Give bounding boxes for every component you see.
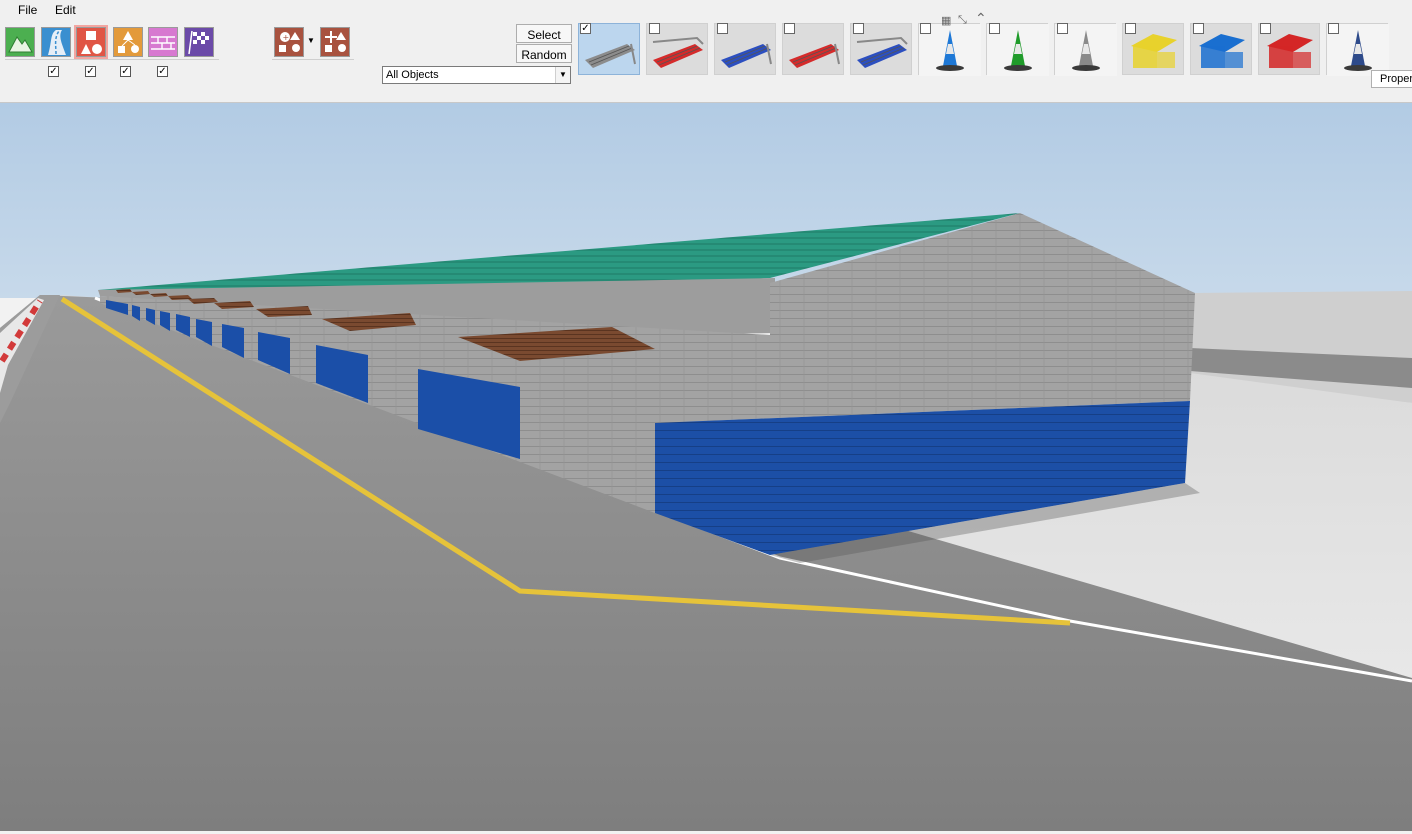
3d-viewport[interactable] <box>0 103 1412 831</box>
expand-icon[interactable]: ⤡ <box>958 14 967 27</box>
nodes-tool-button[interactable] <box>113 27 143 57</box>
shapes-icon <box>81 31 102 54</box>
add-object-icon: + <box>279 32 300 52</box>
tool-checkbox-1[interactable]: ✓ <box>48 66 59 77</box>
object-checkbox-tent-red[interactable] <box>1260 23 1271 34</box>
object-checkbox-portable-toilet-grey[interactable] <box>1057 23 1068 34</box>
collapse-up-icon[interactable]: ⌃ <box>975 10 987 27</box>
object-checkbox-grandstand-red-covered[interactable] <box>649 23 660 34</box>
object-checkbox-tent-yellow[interactable] <box>1125 23 1136 34</box>
move-object-tool-button[interactable] <box>320 27 350 57</box>
object-checkbox-portable-toilet-green[interactable] <box>989 23 1000 34</box>
tool-separator <box>5 59 219 60</box>
main-toolbar: File Edit ✓ ✓ ✓ ✓ + ▼ Select Random All … <box>0 0 1412 103</box>
object-checkbox-grandstand-red[interactable] <box>784 23 795 34</box>
tool-checkbox-2[interactable]: ✓ <box>85 66 96 77</box>
object-checkbox-tent-blue[interactable] <box>1193 23 1204 34</box>
move-object-icon <box>325 31 346 52</box>
nodes-icon <box>118 31 139 53</box>
scene-render <box>0 103 1412 831</box>
svg-text:+: + <box>283 33 290 42</box>
tool-checkbox-4[interactable]: ✓ <box>157 66 168 77</box>
object-checkbox-grandstand-blue-covered[interactable] <box>853 23 864 34</box>
select-button[interactable]: Select <box>516 24 572 43</box>
road-icon <box>48 30 66 55</box>
add-object-dropdown-icon[interactable]: ▼ <box>307 36 315 45</box>
tool-checkbox-3[interactable]: ✓ <box>120 66 131 77</box>
terrain-tool-button[interactable] <box>5 27 35 57</box>
checkered-flag-icon <box>188 30 209 55</box>
chevron-down-icon[interactable]: ▼ <box>555 67 570 83</box>
grid-icon[interactable]: ▦ <box>941 14 951 27</box>
object-filter-select[interactable]: All Objects ▼ <box>382 66 571 84</box>
finish-tool-button[interactable] <box>184 27 214 57</box>
random-button[interactable]: Random <box>516 44 572 63</box>
brick-wall-icon <box>151 36 175 50</box>
object-tool-separator <box>272 59 354 60</box>
menu-file[interactable]: File <box>18 3 37 17</box>
road-tool-button[interactable] <box>41 27 71 57</box>
add-object-tool-button[interactable]: + <box>274 27 304 57</box>
object-checkbox-portable-toilet-blue[interactable] <box>920 23 931 34</box>
properties-tab[interactable]: Proper <box>1371 70 1412 88</box>
object-checkbox-grandstand-blue[interactable] <box>717 23 728 34</box>
object-checkbox-traffic-cone[interactable] <box>1328 23 1339 34</box>
menu-edit[interactable]: Edit <box>55 3 76 17</box>
object-checkbox-grandstand-grey[interactable]: ✓ <box>580 23 591 34</box>
object-filter-value: All Objects <box>386 69 439 81</box>
wall-tool-button[interactable] <box>148 27 178 57</box>
mountain-icon <box>8 36 33 53</box>
shapes-tool-button[interactable] <box>74 25 108 59</box>
